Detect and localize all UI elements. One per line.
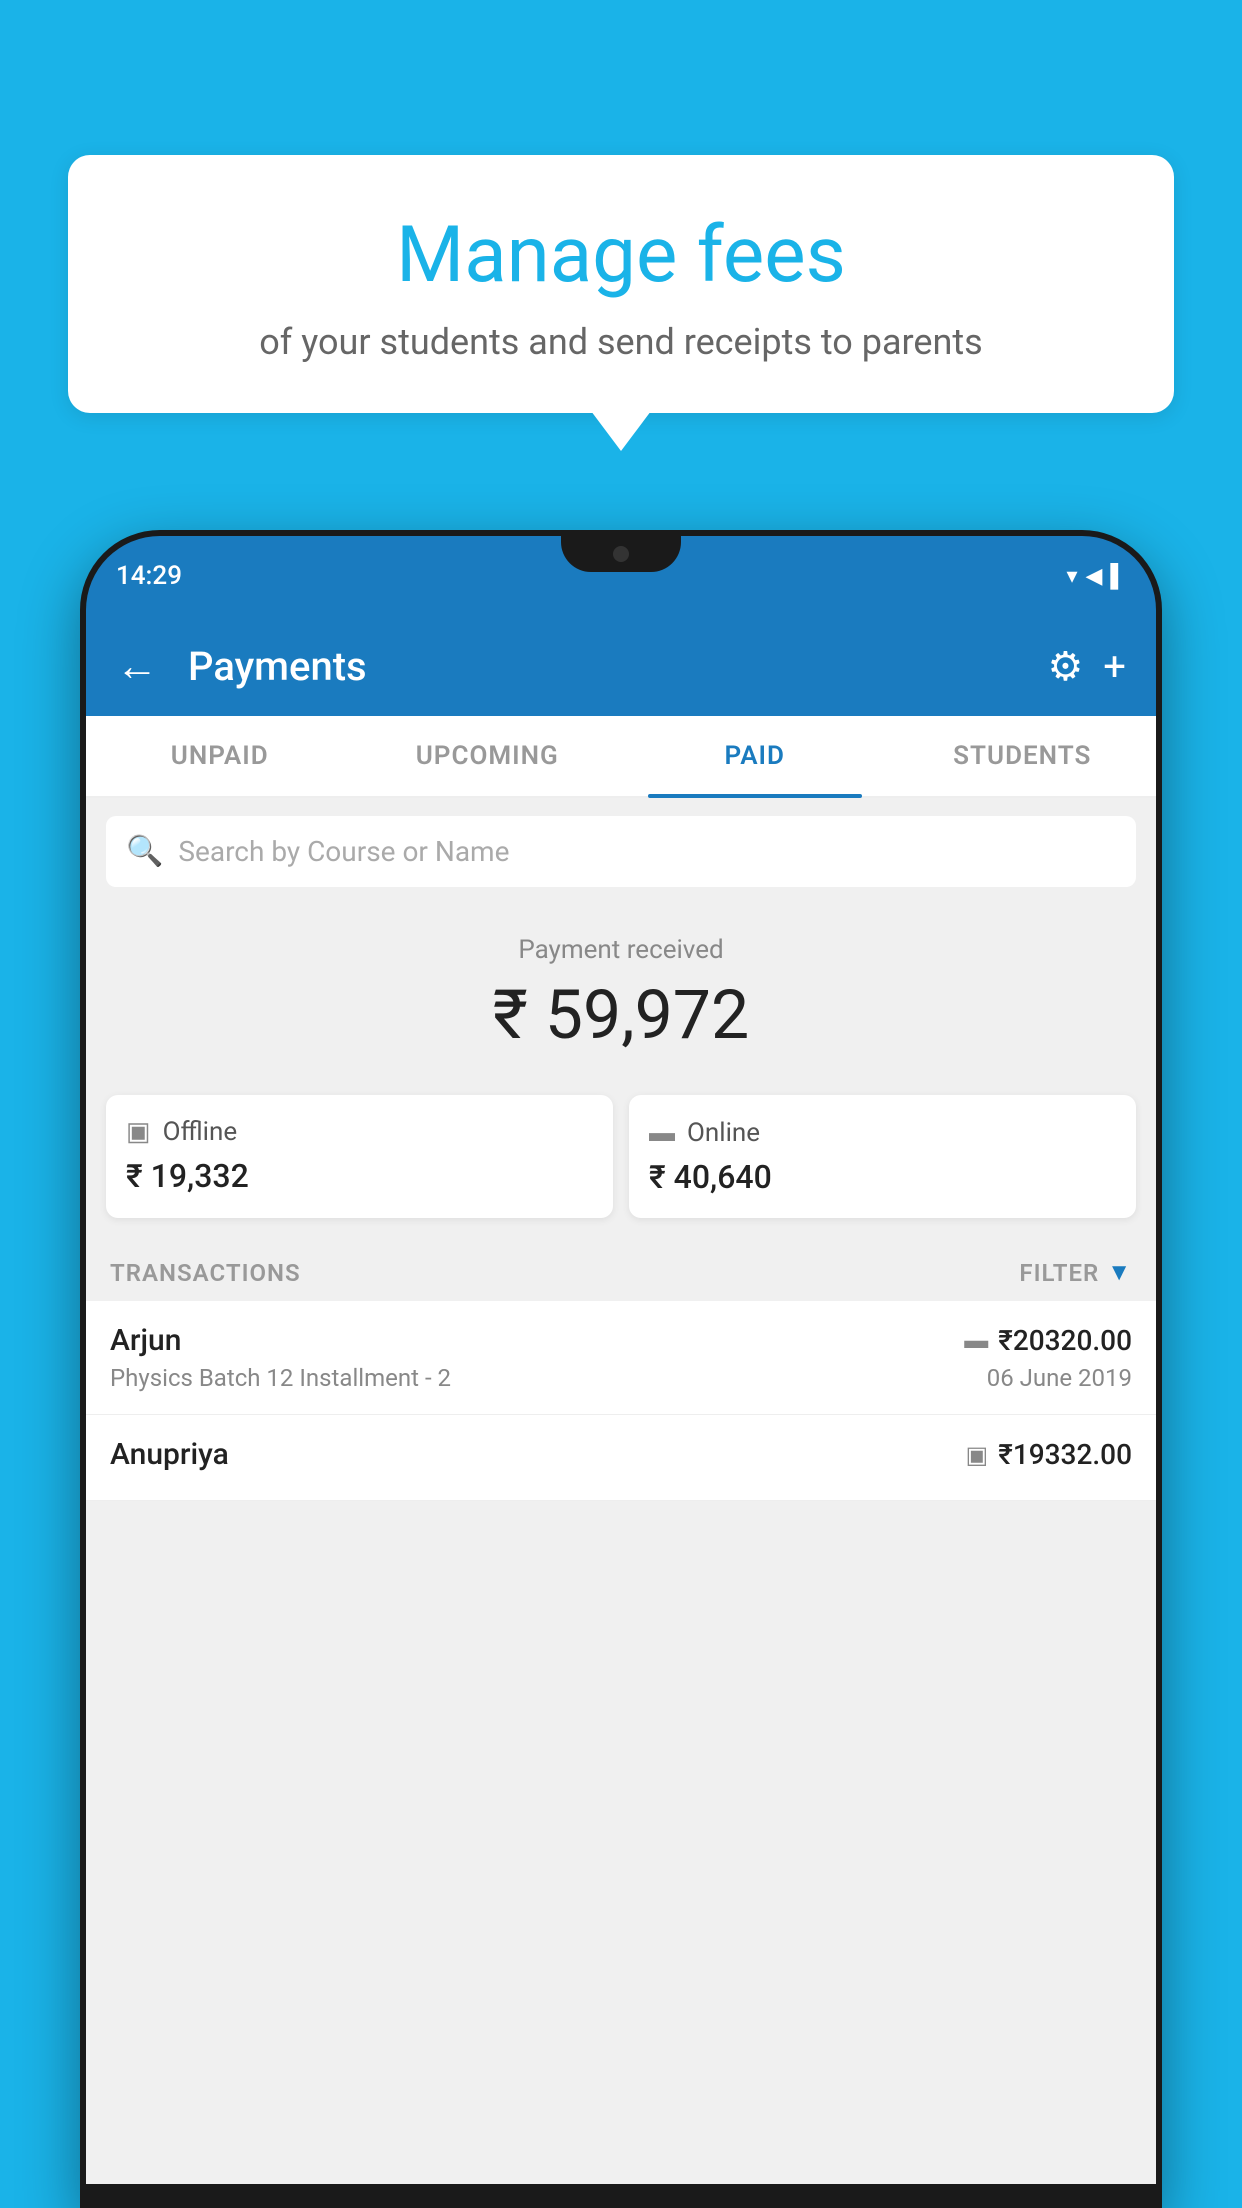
online-card-header: ▬ Online <box>649 1117 1116 1148</box>
transaction-amount: ▬ ₹20320.00 <box>964 1324 1132 1357</box>
offline-label: Offline <box>163 1117 238 1147</box>
transaction-amount: ▣ ₹19332.00 <box>966 1438 1132 1471</box>
status-icons: ▾ ◀ ▌ <box>1066 563 1126 589</box>
screen-content: 🔍 Search by Course or Name Payment recei… <box>86 798 1156 2184</box>
offline-card-header: ▣ Offline <box>126 1117 593 1147</box>
search-input[interactable]: Search by Course or Name <box>178 835 509 868</box>
speech-bubble-subtitle: of your students and send receipts to pa… <box>128 321 1114 363</box>
payment-amount: ₹ 59,972 <box>106 975 1136 1055</box>
filter-icon: ▼ <box>1107 1258 1132 1287</box>
phone-frame: 14:29 ▾ ◀ ▌ ← Payments ⚙ + UNPAID UPCOMI… <box>80 530 1162 2208</box>
online-amount: ₹ 40,640 <box>649 1158 1116 1196</box>
battery-icon: ▌ <box>1110 563 1126 589</box>
transactions-header: TRANSACTIONS FILTER ▼ <box>86 1238 1156 1301</box>
tab-unpaid[interactable]: UNPAID <box>86 716 354 796</box>
speech-bubble-title: Manage fees <box>128 210 1114 301</box>
payment-type-icon: ▬ <box>964 1326 988 1355</box>
offline-amount: ₹ 19,332 <box>126 1157 593 1195</box>
app-bar-actions: ⚙ + <box>1047 643 1126 690</box>
filter-button[interactable]: FILTER ▼ <box>1019 1258 1132 1287</box>
payment-received-section: Payment received ₹ 59,972 <box>86 905 1156 1075</box>
app-bar: ← Payments ⚙ + <box>86 616 1156 716</box>
transaction-row-top: Anupriya ▣ ₹19332.00 <box>110 1437 1132 1472</box>
filter-label: FILTER <box>1019 1259 1099 1287</box>
camera <box>613 546 629 562</box>
offline-icon: ▣ <box>126 1117 151 1147</box>
offline-card: ▣ Offline ₹ 19,332 <box>106 1095 613 1218</box>
tab-paid[interactable]: PAID <box>621 716 889 796</box>
transaction-row-top: Arjun ▬ ₹20320.00 <box>110 1323 1132 1358</box>
transaction-name: Anupriya <box>110 1437 229 1472</box>
online-label: Online <box>687 1118 760 1148</box>
table-row[interactable]: Arjun ▬ ₹20320.00 Physics Batch 12 Insta… <box>86 1301 1156 1415</box>
transaction-row-sub: Physics Batch 12 Installment - 2 06 June… <box>110 1364 1132 1392</box>
search-icon: 🔍 <box>126 834 163 869</box>
online-icon: ▬ <box>649 1117 675 1148</box>
tab-bar: UNPAID UPCOMING PAID STUDENTS <box>86 716 1156 798</box>
tab-students[interactable]: STUDENTS <box>889 716 1157 796</box>
add-icon[interactable]: + <box>1103 643 1126 690</box>
status-bar: 14:29 ▾ ◀ ▌ <box>86 536 1156 616</box>
signal-icon: ◀ <box>1085 564 1102 589</box>
transaction-list: Arjun ▬ ₹20320.00 Physics Batch 12 Insta… <box>86 1301 1156 1501</box>
payment-cards: ▣ Offline ₹ 19,332 ▬ Online ₹ 40,640 <box>86 1075 1156 1238</box>
search-bar[interactable]: 🔍 Search by Course or Name <box>106 816 1136 887</box>
back-button[interactable]: ← <box>116 642 158 691</box>
online-card: ▬ Online ₹ 40,640 <box>629 1095 1136 1218</box>
transaction-name: Arjun <box>110 1323 181 1358</box>
payment-type-icon: ▣ <box>966 1441 989 1469</box>
payment-label: Payment received <box>106 935 1136 965</box>
page-title: Payments <box>188 643 1027 690</box>
speech-bubble: Manage fees of your students and send re… <box>68 155 1174 413</box>
notch <box>561 536 681 572</box>
transaction-course: Physics Batch 12 Installment - 2 <box>110 1364 451 1392</box>
tab-upcoming[interactable]: UPCOMING <box>354 716 622 796</box>
status-time: 14:29 <box>116 561 182 591</box>
wifi-icon: ▾ <box>1066 564 1077 589</box>
table-row[interactable]: Anupriya ▣ ₹19332.00 <box>86 1415 1156 1501</box>
transaction-date: 06 June 2019 <box>987 1364 1132 1392</box>
transactions-label: TRANSACTIONS <box>110 1259 301 1287</box>
settings-icon[interactable]: ⚙ <box>1047 643 1083 690</box>
